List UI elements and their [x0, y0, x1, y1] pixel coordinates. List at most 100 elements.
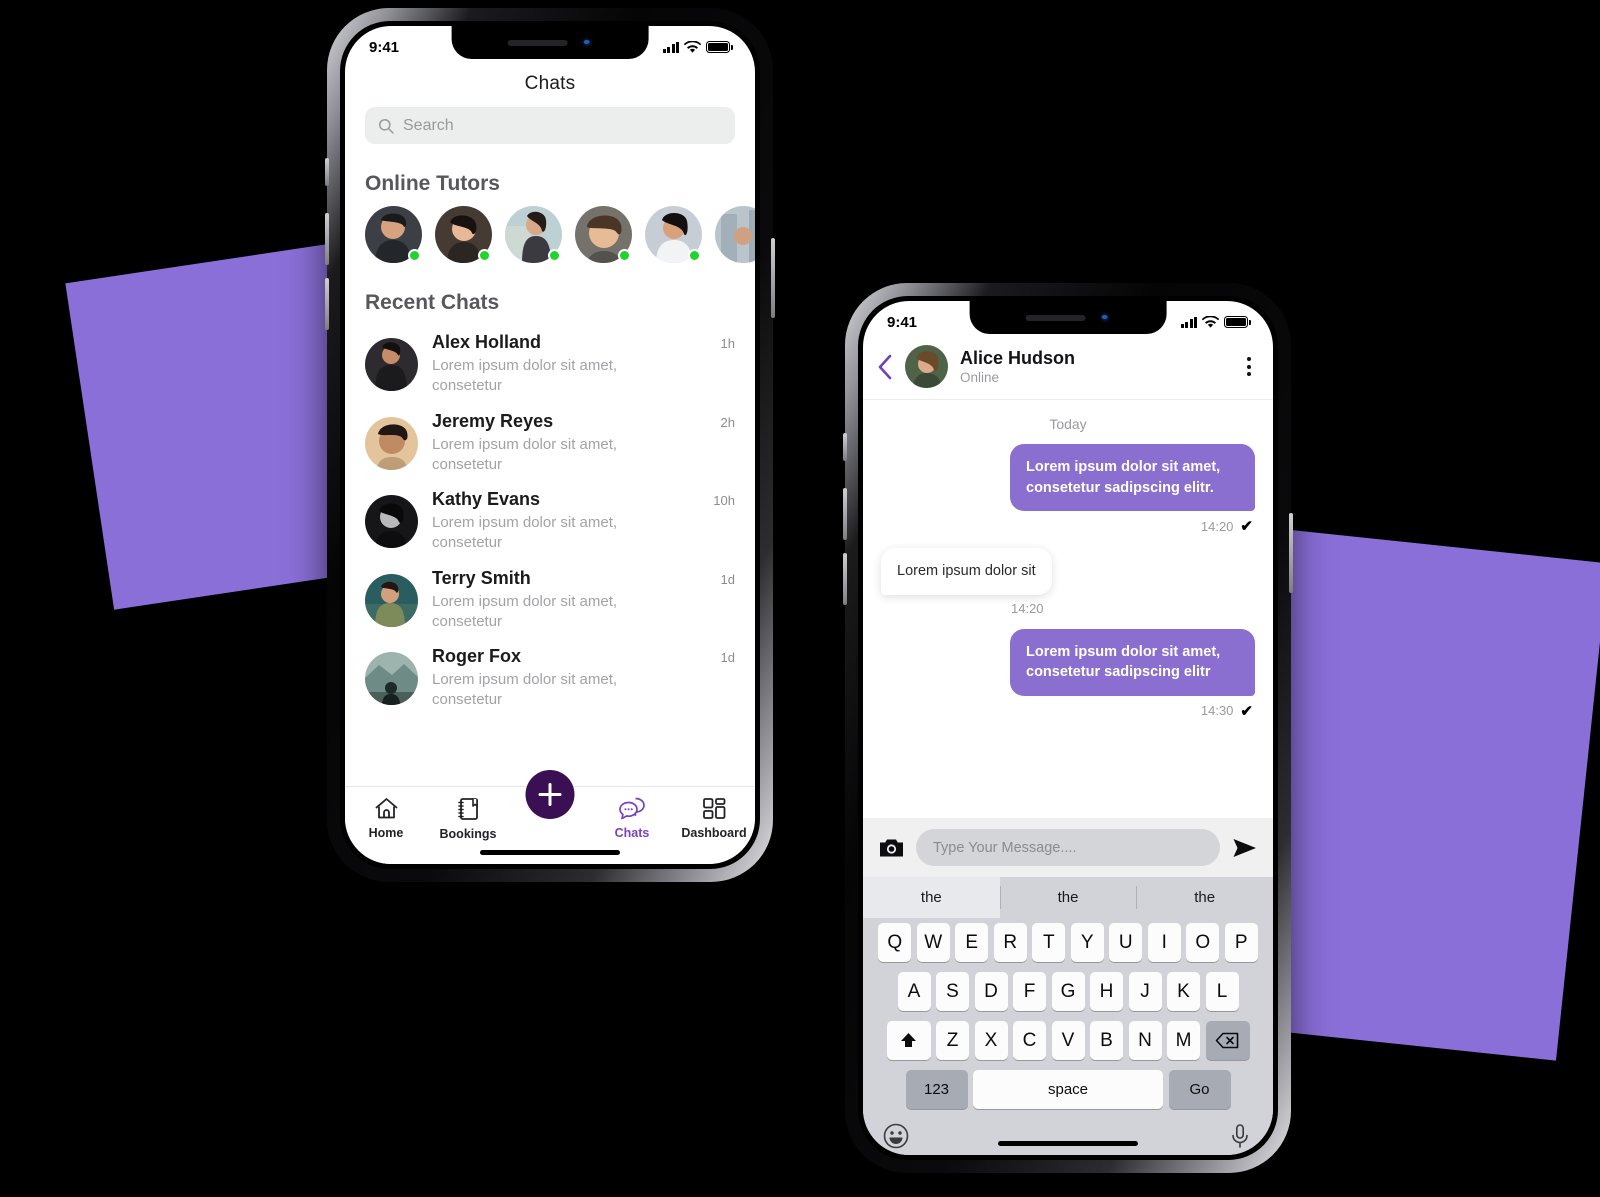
shift-key[interactable] [886, 1021, 931, 1060]
tutor-avatar[interactable] [365, 206, 422, 263]
chevron-left-icon[interactable] [877, 354, 893, 380]
tutor-avatar[interactable] [505, 206, 562, 263]
tutor-avatar[interactable] [715, 206, 755, 263]
power-button[interactable] [771, 238, 775, 318]
list-item[interactable]: Alex Holland 1h Lorem ipsum dolor sit am… [345, 325, 755, 404]
key-j[interactable]: J [1128, 972, 1162, 1011]
online-tutors-list[interactable] [345, 206, 755, 263]
message-bubble[interactable]: Lorem ipsum dolor sit amet, consetetur s… [1010, 628, 1255, 696]
send-icon[interactable] [1232, 837, 1257, 859]
key-i[interactable]: I [1147, 923, 1181, 962]
key-p[interactable]: P [1224, 923, 1258, 962]
search-icon [378, 118, 394, 134]
key-k[interactable]: K [1167, 972, 1200, 1011]
sidebar-item-dashboard[interactable]: Dashboard [673, 797, 755, 840]
key-w[interactable]: W [916, 923, 950, 962]
sidebar-item-chats[interactable]: Chats [591, 797, 673, 840]
go-key[interactable]: Go [1168, 1070, 1231, 1109]
volume-up-button[interactable] [843, 488, 847, 540]
key-a[interactable]: A [897, 972, 931, 1011]
search-placeholder: Search [403, 116, 454, 134]
home-indicator[interactable] [480, 850, 620, 855]
key-y[interactable]: Y [1070, 923, 1104, 962]
space-key[interactable]: space [973, 1070, 1163, 1109]
key-d[interactable]: D [974, 972, 1008, 1011]
avatar[interactable] [905, 345, 948, 388]
backspace-icon [1215, 1032, 1239, 1049]
key-l[interactable]: L [1205, 972, 1239, 1011]
list-item[interactable]: Terry Smith 1d Lorem ipsum dolor sit ame… [345, 561, 755, 640]
sidebar-item-home[interactable]: Home [345, 797, 427, 840]
grid-icon [702, 798, 725, 819]
status-time: 9:41 [887, 313, 918, 331]
message-time: 2h [720, 414, 735, 430]
suggestion-chip[interactable]: the [863, 877, 1000, 918]
message-input[interactable]: Type Your Message.... [916, 829, 1220, 866]
key-n[interactable]: N [1128, 1021, 1162, 1060]
power-button[interactable] [1289, 513, 1293, 593]
avatar [365, 652, 418, 705]
key-u[interactable]: U [1109, 923, 1143, 962]
list-item-body: Kathy Evans 10h Lorem ipsum dolor sit am… [432, 489, 735, 554]
message-list[interactable]: Today Lorem ipsum dolor sit amet, conset… [863, 400, 1273, 818]
list-item[interactable]: Kathy Evans 10h Lorem ipsum dolor sit am… [345, 482, 755, 561]
suggestion-chip[interactable]: the [999, 877, 1137, 918]
key-z[interactable]: Z [936, 1021, 969, 1060]
tutor-avatar[interactable] [575, 206, 632, 263]
add-button[interactable] [525, 770, 575, 819]
recent-chats-list[interactable]: Alex Holland 1h Lorem ipsum dolor sit am… [345, 325, 755, 786]
volume-down-button[interactable] [325, 278, 329, 330]
page-title: Chats [524, 73, 576, 94]
key-e[interactable]: E [955, 923, 989, 962]
volume-up-button[interactable] [325, 213, 329, 265]
list-item[interactable]: Jeremy Reyes 2h Lorem ipsum dolor sit am… [345, 404, 755, 483]
avatar [715, 206, 755, 263]
sidebar-item-bookings[interactable]: Bookings [427, 797, 509, 841]
home-indicator[interactable] [998, 1141, 1138, 1146]
search-input[interactable]: Search [365, 107, 735, 144]
keyboard-row-3: Z X C V B N M [863, 1016, 1273, 1065]
key-m[interactable]: M [1167, 1021, 1200, 1060]
key-r[interactable]: R [993, 923, 1027, 962]
key-s[interactable]: S [936, 972, 969, 1011]
numbers-key[interactable]: 123 [905, 1070, 968, 1109]
tutor-avatar[interactable] [645, 206, 702, 263]
message-row-incoming: Lorem ipsum dolor sit [881, 548, 1255, 595]
tutor-avatar[interactable] [435, 206, 492, 263]
conversation-screen: 9:41 Alice Hudson Online Today Lorem ips… [863, 301, 1273, 1155]
microphone-icon[interactable] [1227, 1123, 1253, 1149]
mute-switch[interactable] [325, 158, 329, 186]
message-time: 14:20 [1011, 600, 1044, 616]
key-g[interactable]: G [1051, 972, 1085, 1011]
key-c[interactable]: C [1013, 1021, 1046, 1060]
suggestion-chip[interactable]: the [1136, 877, 1273, 918]
camera-icon[interactable] [879, 837, 904, 858]
shift-icon [901, 1032, 916, 1047]
key-h[interactable]: H [1090, 972, 1123, 1011]
list-item[interactable]: Roger Fox 1d Lorem ipsum dolor sit amet,… [345, 639, 755, 718]
key-v[interactable]: V [1051, 1021, 1085, 1060]
message-bubble[interactable]: Lorem ipsum dolor sit [881, 548, 1052, 595]
volume-down-button[interactable] [843, 553, 847, 605]
status-badge: Online [960, 370, 1000, 385]
key-t[interactable]: T [1032, 923, 1066, 962]
online-status-dot [618, 249, 631, 262]
day-divider: Today [1049, 416, 1087, 432]
avatar [365, 495, 418, 548]
key-x[interactable]: X [974, 1021, 1008, 1060]
kebab-menu-icon[interactable] [1243, 353, 1255, 380]
backspace-key[interactable] [1205, 1021, 1250, 1060]
key-b[interactable]: B [1090, 1021, 1123, 1060]
status-bar: 9:41 [345, 26, 755, 64]
key-o[interactable]: O [1186, 923, 1220, 962]
read-receipt-icon: ✔ [1240, 518, 1253, 536]
key-q[interactable]: Q [878, 923, 912, 962]
key-f[interactable]: F [1013, 972, 1046, 1011]
message-bubble[interactable]: Lorem ipsum dolor sit amet, consetetur s… [1010, 444, 1255, 512]
message-preview: Lorem ipsum dolor sit amet, consetetur [432, 357, 618, 395]
home-icon [375, 798, 397, 819]
mute-switch[interactable] [843, 433, 847, 461]
recent-chats-title: Recent Chats [365, 291, 500, 314]
emoji-icon[interactable] [883, 1123, 909, 1149]
tab-label: Bookings [439, 827, 497, 841]
